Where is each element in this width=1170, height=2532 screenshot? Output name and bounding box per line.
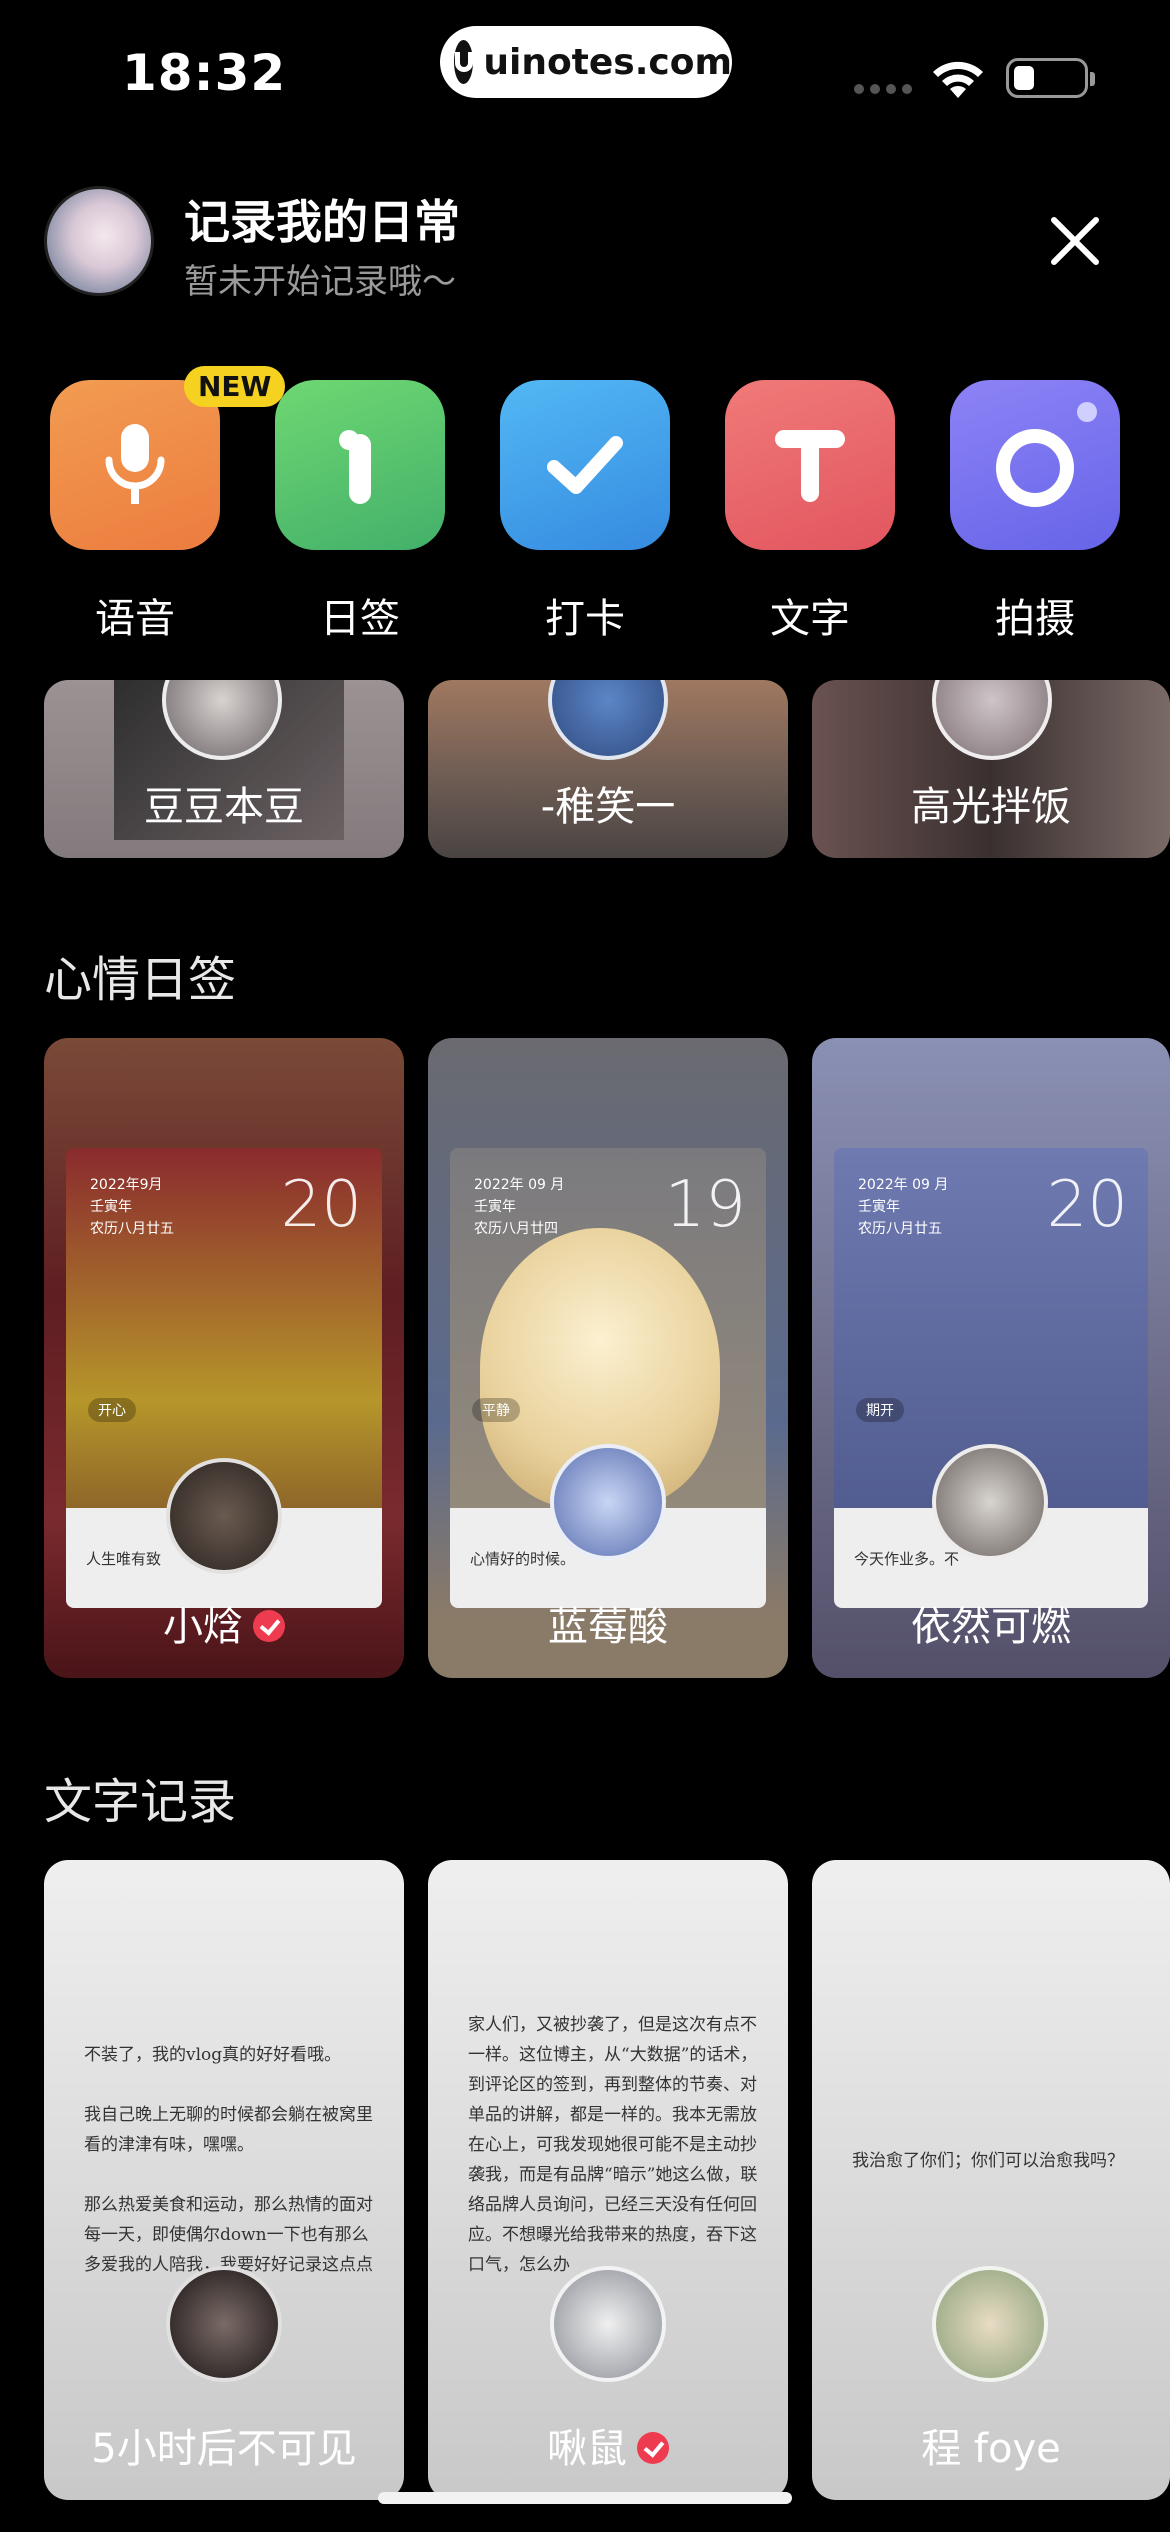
verified-icon — [253, 1610, 285, 1642]
card-day: 20 — [280, 1168, 362, 1242]
action-label-daily-sign: 日签 — [320, 596, 400, 642]
user-avatar[interactable] — [44, 186, 154, 296]
action-voice[interactable]: NEW 语音 — [50, 366, 286, 642]
avatar — [548, 680, 668, 760]
action-daily-sign[interactable]: 日签 — [275, 380, 445, 642]
mood-card-name: 蓝莓酸 — [548, 1604, 668, 1650]
action-checkin[interactable]: 打卡 — [500, 380, 670, 642]
card-date: 2022年 09 月 壬寅年 农历八月廿四 — [474, 1177, 565, 1237]
action-text[interactable]: 文字 — [725, 380, 895, 642]
site-logo-icon — [454, 40, 474, 84]
text-card[interactable]: 家人们，又被抄袭了，但是这次有点不一样。这位博主，从“大数据”的话术，到评论区的… — [428, 1860, 788, 2500]
mood-tag: 平静 — [472, 1398, 520, 1422]
action-tile-text[interactable] — [725, 380, 895, 550]
action-tile-voice[interactable] — [50, 380, 220, 550]
section-title-mood: 心情日签 — [44, 952, 237, 1008]
mood-card[interactable]: 2022年9月 壬寅年 农历八月廿五 20 开心 人生唯有致 小焓 — [44, 1038, 404, 1678]
action-label-text: 文字 — [770, 596, 850, 642]
camera-ring-icon — [996, 402, 1097, 507]
number-one-icon — [339, 430, 371, 504]
new-badge: NEW — [184, 366, 286, 407]
text-card[interactable]: 不装了，我的vlog真的好好看哦。 我自己晚上无聊的时候都会躺在被窝里看的津津有… — [44, 1860, 404, 2500]
avatar — [550, 1444, 666, 1560]
text-card-name: 程 foye — [921, 2426, 1061, 2472]
top-card-2[interactable]: -稚笑一 — [428, 680, 788, 858]
avatar — [932, 2266, 1048, 2382]
action-tile-checkin[interactable] — [500, 380, 670, 550]
microphone-icon — [105, 424, 165, 504]
top-card-3[interactable]: 高光拌饭 — [812, 680, 1170, 858]
action-label-checkin: 打卡 — [545, 596, 625, 642]
action-label-voice: 语音 — [95, 596, 175, 642]
close-icon[interactable] — [1040, 206, 1110, 276]
note-text: 家人们，又被抄袭了，但是这次有点不一样。这位博主，从“大数据”的话术，到评论区的… — [468, 2015, 758, 2275]
mood-card-name: 小焓 — [44, 1594, 404, 1652]
url-text: uinotes.com — [483, 41, 732, 83]
action-label-shoot: 拍摄 — [995, 596, 1075, 642]
header-title: 记录我的日常 — [184, 195, 460, 249]
avatar — [166, 1458, 282, 1574]
url-pill[interactable]: uinotes.com — [440, 26, 732, 98]
action-tile-daily-sign[interactable] — [275, 380, 445, 550]
card-date: 2022年9月 壬寅年 农历八月廿五 — [90, 1177, 174, 1237]
avatar — [166, 2266, 282, 2382]
avatar — [932, 680, 1052, 760]
cellular-signal-icon — [854, 84, 912, 94]
status-bar: 18:32 uinotes.com — [0, 0, 1170, 150]
section-title-text: 文字记录 — [44, 1774, 237, 1830]
card-day: 20 — [1046, 1168, 1128, 1242]
top-card-name: -稚笑一 — [540, 784, 676, 830]
card-date: 2022年 09 月 壬寅年 农历八月廿五 — [858, 1177, 949, 1237]
avatar — [550, 2266, 666, 2382]
note-text: 我治愈了你们；你们可以治愈我吗？ — [852, 2151, 1124, 2171]
mood-card[interactable]: 2022年 09 月 壬寅年 农历八月廿五 20 期开 今天作业多。不 依然可燃 — [812, 1038, 1170, 1678]
mood-tag: 期开 — [856, 1398, 904, 1422]
action-shoot[interactable]: 拍摄 — [950, 380, 1120, 642]
mood-card[interactable]: 2022年 09 月 壬寅年 农历八月廿四 19 平静 心情好的时候。 蓝莓酸 — [428, 1038, 788, 1678]
action-tile-shoot[interactable] — [950, 380, 1120, 550]
checkmark-icon — [547, 436, 623, 494]
mood-card-name: 依然可燃 — [911, 1604, 1071, 1650]
text-card-name: 5小时后不可见 — [91, 2426, 357, 2472]
verified-icon — [637, 2432, 669, 2464]
letter-t-icon — [775, 430, 845, 502]
top-card-name: 豆豆本豆 — [144, 784, 304, 830]
card-day: 19 — [664, 1168, 746, 1242]
mood-tag: 开心 — [88, 1398, 136, 1422]
home-indicator[interactable] — [378, 2492, 792, 2504]
wifi-icon — [933, 61, 983, 98]
avatar — [932, 1444, 1048, 1560]
quick-actions: NEW 语音 日签 打卡 文字 拍摄 — [0, 366, 1170, 650]
status-time: 18:32 — [122, 44, 287, 102]
text-card-name: 啾鼠 — [428, 2416, 788, 2474]
battery-icon — [1006, 58, 1095, 98]
text-card[interactable]: 我治愈了你们；你们可以治愈我吗？ 程 foye — [812, 1860, 1170, 2500]
header-subtitle: 暂未开始记录哦～ — [184, 262, 456, 302]
top-card-name: 高光拌饭 — [911, 784, 1071, 830]
top-card-1[interactable]: 豆豆本豆 — [44, 680, 404, 858]
